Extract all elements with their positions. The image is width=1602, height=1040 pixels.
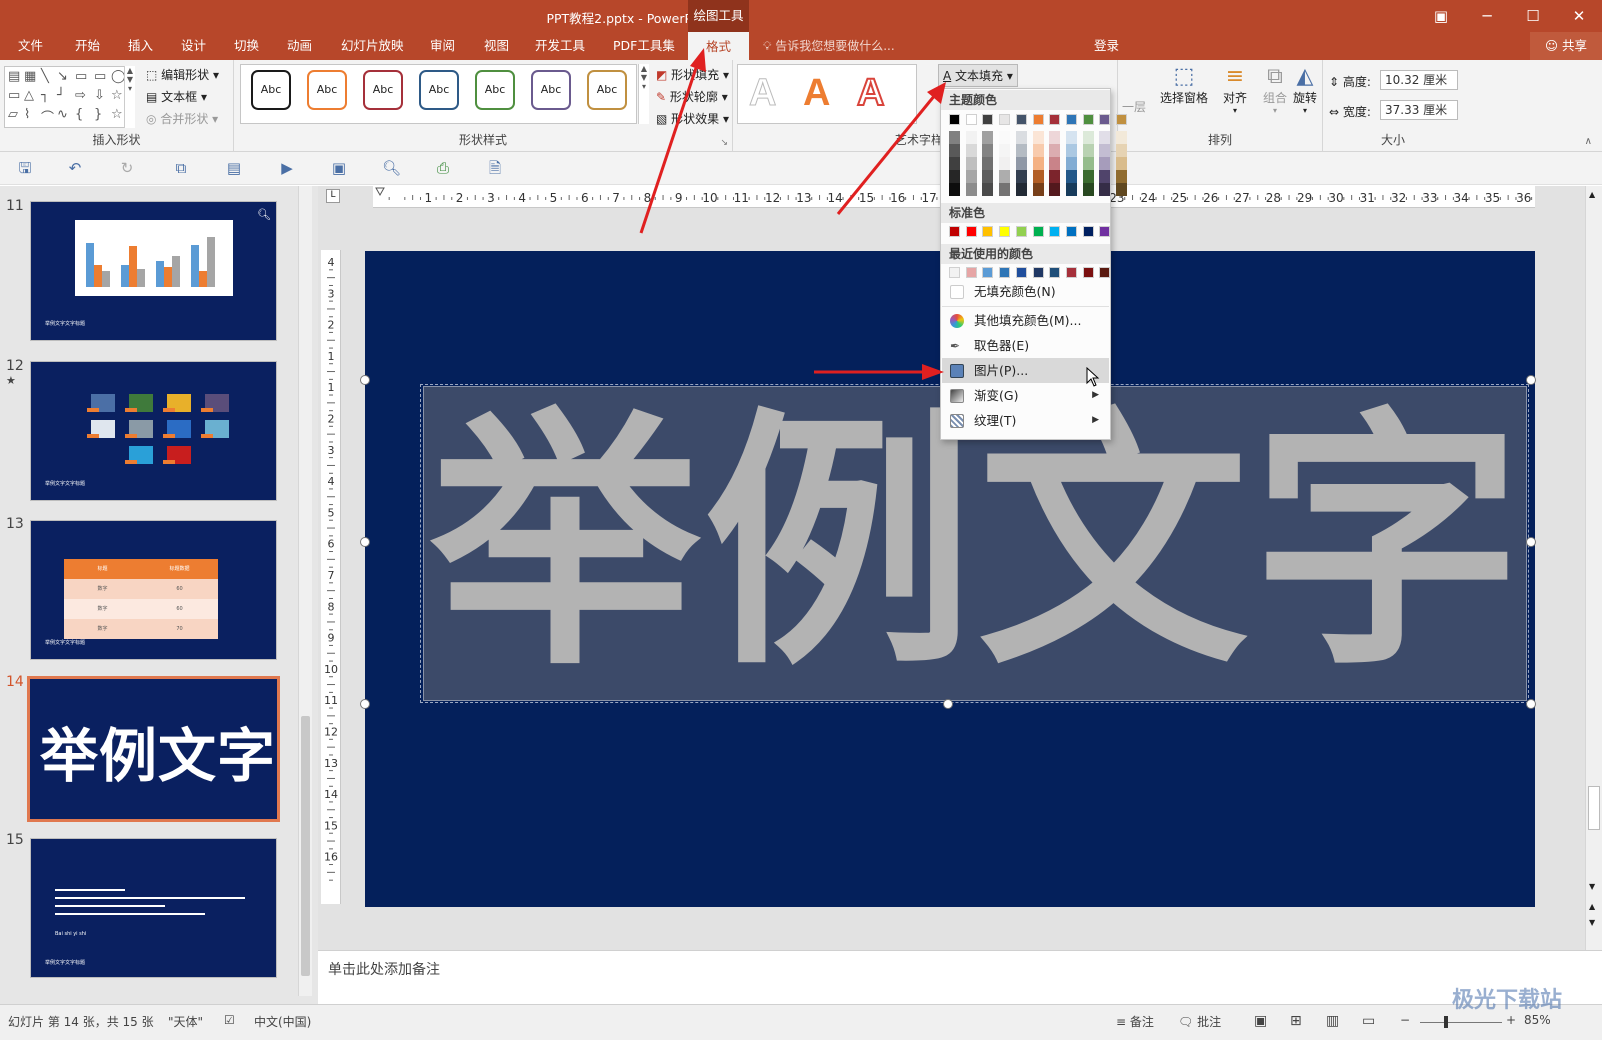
powerpoint-window: { "window": { "title": "PPT教程2.pptx - Po… xyxy=(0,0,1602,1040)
red-arrow-to-format-tab xyxy=(639,48,706,234)
red-arrow-to-text-fill xyxy=(836,82,946,215)
red-arrow-to-picture-item xyxy=(814,364,944,380)
annotation-arrows xyxy=(639,48,946,380)
watermark: 极光下载站 xyxy=(1452,988,1563,1013)
